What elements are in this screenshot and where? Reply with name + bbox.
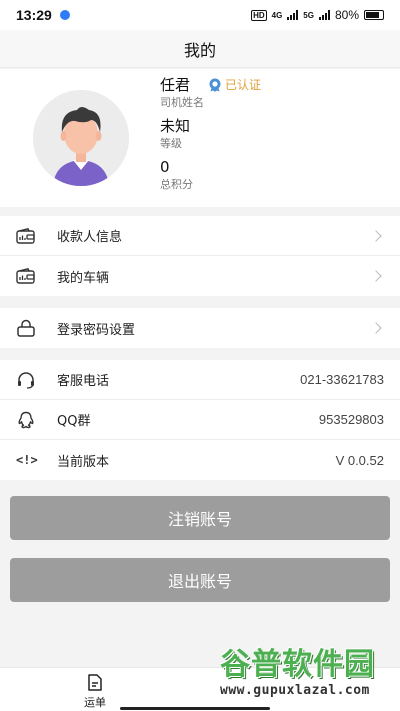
- verified-label: 已认证: [225, 78, 262, 92]
- menu-item-qq-group[interactable]: QQ群 953529803: [0, 400, 400, 440]
- avatar[interactable]: [33, 90, 129, 186]
- profile-info: 任君 已认证 司机姓名 未知 等级 0 总积分: [160, 75, 390, 198]
- battery-percent: 80%: [334, 8, 359, 22]
- verified-icon: [209, 78, 221, 92]
- code-icon: <!>: [16, 453, 38, 467]
- page-header: 我的: [0, 30, 400, 68]
- level-row: 未知 等级: [160, 116, 390, 157]
- battery-icon: [364, 10, 384, 20]
- wallet-icon: [16, 226, 40, 246]
- app-version: V 0.0.52: [335, 452, 384, 468]
- menu-group-account: 收款人信息 我的车辆: [0, 216, 400, 296]
- signal-icon: [287, 10, 299, 20]
- watermark-url: www.gupuxlazal.com: [220, 683, 370, 698]
- status-time: 13:29: [16, 7, 52, 23]
- menu-item-customer-service[interactable]: 客服电话 021-33621783: [0, 360, 400, 400]
- tab-label: 运单: [84, 696, 106, 709]
- vehicle-icon: [16, 266, 40, 286]
- points-row: 0 总积分: [160, 157, 390, 198]
- driver-name-caption: 司机姓名: [160, 96, 204, 109]
- menu-item-label: 客服电话: [57, 374, 110, 389]
- notification-dot-icon: [59, 10, 70, 20]
- document-icon: [88, 674, 102, 691]
- chevron-right-icon: [370, 322, 382, 334]
- menu-item-label: QQ群: [57, 414, 91, 429]
- chevron-right-icon: [370, 229, 382, 242]
- page-title: 我的: [183, 40, 216, 60]
- watermark-brand: 谷普软件园: [220, 647, 375, 682]
- status-indicators: HD 4G 5G 80%: [251, 8, 384, 22]
- menu-item-label: 当前版本: [57, 454, 110, 470]
- lock-icon: [16, 318, 40, 338]
- qq-group-number: 953529803: [318, 412, 384, 427]
- network-5g-label: 5G: [303, 10, 314, 20]
- level-caption: 等级: [160, 137, 182, 150]
- qq-icon: [16, 410, 40, 430]
- level-value: 未知: [160, 117, 191, 135]
- menu-item-payee-info[interactable]: 收款人信息: [0, 216, 400, 256]
- tab-orders[interactable]: 运单: [84, 674, 106, 710]
- driver-name-row: 任君 已认证 司机姓名: [160, 75, 390, 116]
- profile-card: 任君 已认证 司机姓名 未知 等级 0 总积分: [0, 69, 400, 207]
- network-4g-label: 4G: [271, 10, 283, 20]
- points-caption: 总积分: [160, 178, 193, 191]
- menu-item-label: 我的车辆: [57, 270, 110, 286]
- watermark: 谷普软件园 www.gupuxlazal.com: [220, 647, 396, 711]
- headset-icon: [16, 370, 40, 390]
- cancel-account-button[interactable]: 注销账号: [10, 496, 390, 540]
- chevron-right-icon: [370, 270, 382, 282]
- points-value: 0: [160, 158, 170, 176]
- menu-item-label: 登录密码设置: [57, 322, 136, 338]
- menu-item-current-version[interactable]: <!> 当前版本 V 0.0.52: [0, 440, 400, 480]
- signal-icon: [318, 10, 330, 20]
- hd-badge: HD: [251, 9, 267, 21]
- menu-item-password-settings[interactable]: 登录密码设置: [0, 308, 400, 348]
- menu-item-my-vehicles[interactable]: 我的车辆: [0, 256, 400, 296]
- menu-group-info: 客服电话 021-33621783 QQ群 953529803 <!> 当前版本…: [0, 360, 400, 480]
- driver-name: 任君: [160, 76, 191, 94]
- logout-button[interactable]: 退出账号: [10, 558, 390, 602]
- verified-badge: 已认证: [208, 75, 261, 95]
- menu-item-label: 收款人信息: [57, 230, 123, 245]
- menu-group-security: 登录密码设置: [0, 308, 400, 348]
- user-avatar-icon: [33, 90, 129, 186]
- customer-service-phone[interactable]: 021-33621783: [300, 372, 384, 387]
- status-bar: 13:29 HD 4G 5G 80%: [0, 0, 400, 30]
